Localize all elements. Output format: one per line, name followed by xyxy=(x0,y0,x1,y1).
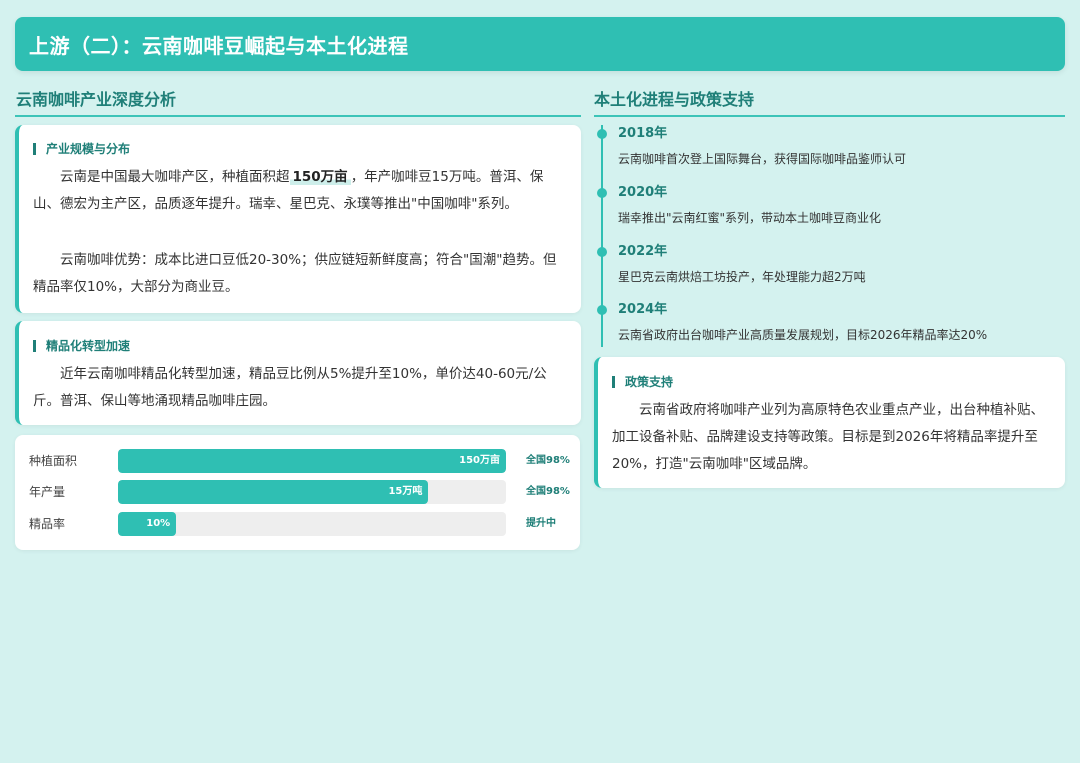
policy-support-card: 政策支持 云南省政府将咖啡产业列为高原特色农业重点产业，出台种植补贴、加工设备补… xyxy=(594,357,1065,488)
stat-track: 15万吨 xyxy=(118,480,506,504)
stat-note: 全国98% xyxy=(526,486,570,497)
card-title: 精品化转型加速 xyxy=(33,337,130,354)
timeline-dot-icon xyxy=(597,305,607,315)
timeline-dot-icon xyxy=(597,188,607,198)
card-title: 政策支持 xyxy=(612,373,673,390)
timeline-year: 2020年 xyxy=(618,185,668,200)
timeline-text: 星巴克云南烘焙工坊投产，年处理能力超2万吨 xyxy=(618,270,866,284)
timeline-dot-icon xyxy=(597,129,607,139)
stat-fill: 15万吨 xyxy=(118,480,429,504)
card-title-text: 产业规模与分布 xyxy=(46,142,131,156)
stat-note: 全国98% xyxy=(526,455,570,466)
stat-fill: 10% xyxy=(118,512,177,536)
advantage-paragraph: 云南咖啡优势：成本比进口豆低20-30%；供应链短新鲜度高；符合"国潮"趋势。但… xyxy=(33,252,557,295)
premium-transformation-card: 精品化转型加速 近年云南咖啡精品化转型加速，精品豆比例从5%提升至10%，单价达… xyxy=(15,321,581,425)
highlight-area: 150万亩 xyxy=(289,169,351,185)
card-title-text: 政策支持 xyxy=(625,375,674,389)
stat-value: 150万亩 xyxy=(459,455,500,466)
title-bar-icon xyxy=(33,142,36,155)
page-title: 上游（二）：云南咖啡豆崛起与本土化进程 xyxy=(29,33,409,58)
right-section-divider xyxy=(594,115,1065,117)
stat-label: 种植面积 xyxy=(29,454,78,468)
timeline-text: 云南咖啡首次登上国际舞台，获得国际咖啡品鉴师认可 xyxy=(618,152,907,166)
scale-distribution-card: 产业规模与分布 云南是中国最大咖啡产区，种植面积超 150万亩 ，年产咖啡豆15万吨… xyxy=(15,125,581,313)
stat-row-premium-rate: 精品率 10% 提升中 xyxy=(15,512,580,536)
page-header: 上游（二）：云南咖啡豆崛起与本土化进程 xyxy=(15,17,1065,71)
stat-label: 年产量 xyxy=(29,485,66,499)
stat-value: 10% xyxy=(146,518,171,529)
timeline-text: 瑞幸推出"云南红蜜"系列，带动本土咖啡豆商业化 xyxy=(618,211,882,225)
policy-paragraph: 云南省政府将咖啡产业列为高原特色农业重点产业，出台种植补贴、加工设备补贴、品牌建… xyxy=(612,402,1044,472)
left-section-title: 云南咖啡产业深度分析 xyxy=(16,90,177,109)
timeline-year: 2024年 xyxy=(618,302,668,317)
card-title: 产业规模与分布 xyxy=(33,140,130,157)
stat-track: 10% xyxy=(118,512,506,536)
scale-paragraph: 云南是中国最大咖啡产区，种植面积超 150万亩 ，年产咖啡豆15万吨。普洱、保山、德… xyxy=(33,164,569,218)
stat-value: 15万吨 xyxy=(388,486,423,497)
right-section-title: 本土化进程与政策支持 xyxy=(594,90,755,109)
timeline-text: 云南省政府出台咖啡产业高质量发展规划，目标2026年精品率达20% xyxy=(618,328,988,342)
title-bar-icon xyxy=(612,375,615,388)
premium-paragraph: 近年云南咖啡精品化转型加速，精品豆比例从5%提升至10%，单价达40-60元/公… xyxy=(33,366,547,409)
timeline-year: 2022年 xyxy=(618,244,668,259)
stat-label: 精品率 xyxy=(29,517,66,531)
paragraph-text: 云南是中国最大咖啡产区，种植面积超 xyxy=(60,169,290,185)
stat-track: 150万亩 xyxy=(118,449,506,473)
left-section-divider xyxy=(15,115,581,117)
timeline-dot-icon xyxy=(597,247,607,257)
title-bar-icon xyxy=(33,339,36,352)
stat-note: 提升中 xyxy=(526,518,556,529)
stat-row-area: 种植面积 150万亩 全国98% xyxy=(15,449,580,473)
stats-card: 种植面积 150万亩 全国98% 年产量 15万吨 全国98% 精品率 10% … xyxy=(15,435,580,550)
card-title-text: 精品化转型加速 xyxy=(46,339,131,353)
stat-fill: 150万亩 xyxy=(118,449,506,473)
stat-row-output: 年产量 15万吨 全国98% xyxy=(15,480,580,504)
timeline-year: 2018年 xyxy=(618,126,668,141)
